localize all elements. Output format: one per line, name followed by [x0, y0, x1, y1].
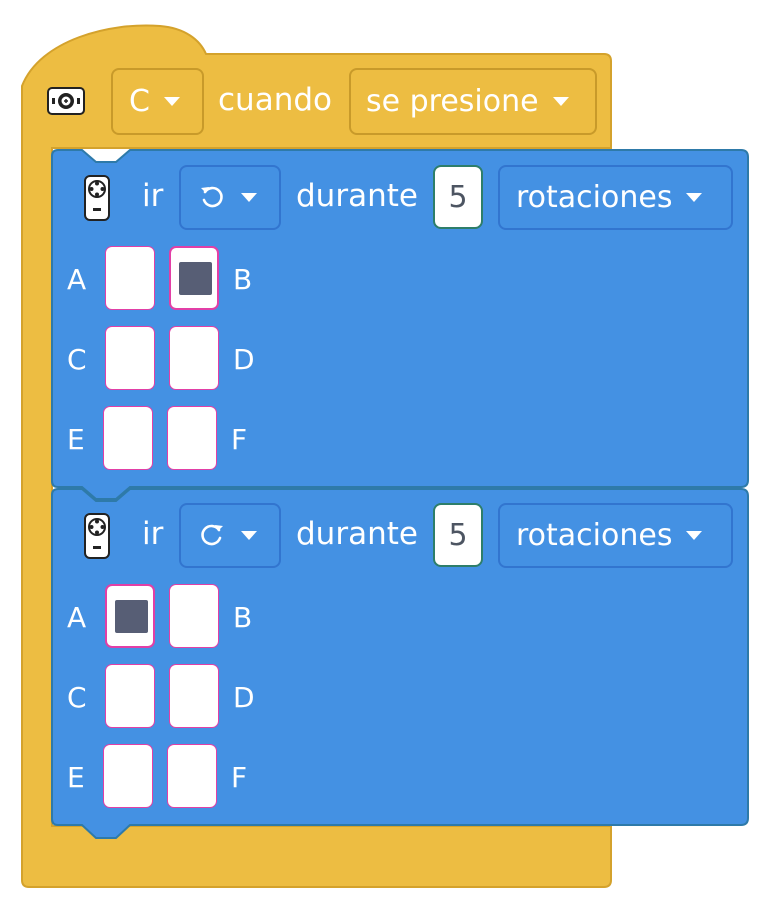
remote-control-icon	[83, 512, 111, 564]
port-label-c: C	[67, 681, 87, 714]
port-c-toggle[interactable]	[105, 326, 155, 390]
direction-dropdown[interactable]	[179, 165, 281, 230]
port-label-e: E	[67, 423, 85, 456]
direction-dropdown[interactable]	[179, 503, 281, 568]
button-select-dropdown[interactable]: C	[111, 68, 204, 135]
port-e-toggle[interactable]	[103, 406, 153, 470]
port-a-toggle[interactable]	[105, 246, 155, 310]
unit-value: rotaciones	[516, 518, 673, 553]
event-select-value: se presione	[366, 84, 539, 119]
during-label: durante	[296, 178, 418, 214]
go-label: ir	[142, 178, 164, 214]
controller-button-icon	[47, 87, 85, 119]
selected-indicator	[115, 600, 148, 633]
button-select-value: C	[129, 84, 150, 119]
port-label-f: F	[231, 423, 248, 456]
chevron-down-icon	[241, 531, 257, 540]
rotate-counterclockwise-icon	[199, 183, 225, 213]
chevron-down-icon	[686, 193, 703, 202]
unit-dropdown[interactable]: rotaciones	[498, 165, 733, 230]
port-label-a: A	[67, 601, 87, 634]
unit-dropdown[interactable]: rotaciones	[498, 503, 733, 568]
during-label: durante	[296, 516, 418, 552]
chevron-down-icon	[686, 531, 703, 540]
port-label-b: B	[233, 601, 253, 634]
port-label-f: F	[231, 761, 248, 794]
port-label-d: D	[233, 343, 255, 376]
port-b-toggle[interactable]	[169, 246, 219, 310]
port-d-toggle[interactable]	[169, 664, 219, 728]
when-label: cuando	[218, 82, 332, 118]
port-f-toggle[interactable]	[167, 406, 217, 470]
amount-input[interactable]: 5	[433, 165, 483, 229]
port-label-b: B	[233, 263, 253, 296]
port-label-c: C	[67, 343, 87, 376]
port-label-e: E	[67, 761, 85, 794]
chevron-down-icon	[163, 97, 180, 106]
port-e-toggle[interactable]	[103, 744, 153, 808]
port-c-toggle[interactable]	[105, 664, 155, 728]
port-a-toggle[interactable]	[105, 584, 155, 648]
rotate-clockwise-icon	[199, 521, 225, 551]
go-label: ir	[142, 516, 164, 552]
port-label-d: D	[233, 681, 255, 714]
selected-indicator	[179, 262, 212, 295]
port-label-a: A	[67, 263, 87, 296]
event-select-dropdown[interactable]: se presione	[349, 68, 597, 135]
remote-control-icon	[83, 174, 111, 226]
port-d-toggle[interactable]	[169, 326, 219, 390]
chevron-down-icon	[241, 193, 257, 202]
port-b-toggle[interactable]	[169, 584, 219, 648]
port-f-toggle[interactable]	[167, 744, 217, 808]
chevron-down-icon	[552, 97, 569, 106]
amount-input[interactable]: 5	[433, 503, 483, 567]
unit-value: rotaciones	[516, 180, 673, 215]
